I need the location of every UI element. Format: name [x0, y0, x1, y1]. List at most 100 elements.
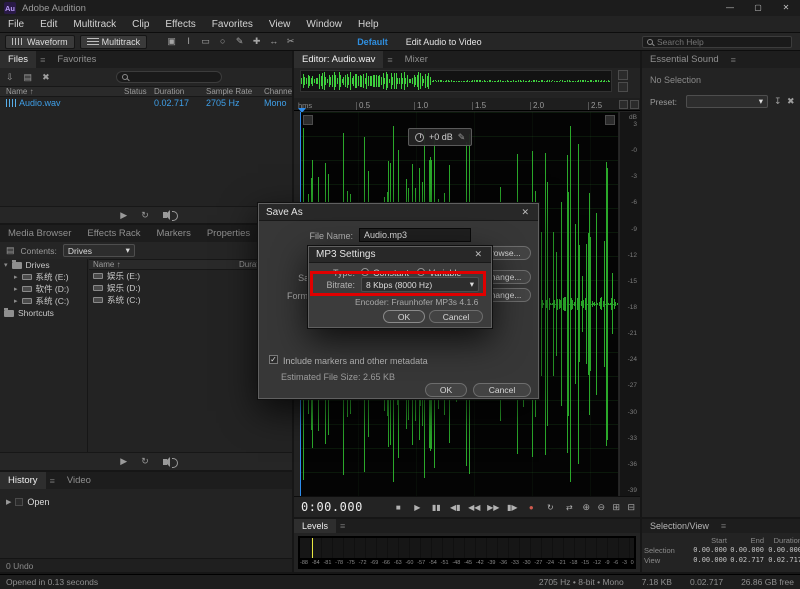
tab-effects-rack[interactable]: Effects Rack	[79, 225, 148, 242]
tab-history[interactable]: History	[0, 472, 46, 489]
column-header[interactable]: Duration	[154, 87, 206, 96]
tree-item-shortcuts[interactable]: Shortcuts	[0, 307, 87, 319]
slip-tool-icon[interactable]: ↔	[265, 36, 282, 47]
menu-help[interactable]: Help	[350, 19, 387, 30]
rewind-button[interactable]: ◀◀	[465, 503, 484, 512]
view-end-value[interactable]: 0.02.717	[727, 556, 764, 565]
tree-item-drive[interactable]: ▸ 软件 (D:)	[0, 283, 87, 295]
panel-menu-icon[interactable]: ≡	[383, 55, 396, 65]
column-header[interactable]: Sample Rate	[206, 87, 264, 96]
menu-effects[interactable]: Effects	[157, 19, 203, 30]
help-search-input[interactable]	[657, 37, 777, 47]
overview-zoom-icon[interactable]	[618, 70, 628, 80]
pause-button[interactable]: ▮▮	[427, 503, 446, 512]
import-file-icon[interactable]: ⇩	[6, 72, 14, 83]
record-button[interactable]: ●	[522, 503, 541, 512]
workspace-default-button[interactable]: Default	[357, 37, 388, 47]
tab-favorites[interactable]: Favorites	[49, 51, 104, 68]
tree-item-drives[interactable]: ▾ Drives	[0, 259, 87, 271]
speaker-icon[interactable]	[163, 212, 167, 218]
speaker-icon[interactable]	[163, 459, 167, 465]
ruler-options-icon[interactable]	[630, 100, 639, 109]
column-header[interactable]: Name ↑	[93, 260, 239, 269]
time-selection-tool-icon[interactable]: I	[180, 36, 197, 47]
menu-window[interactable]: Window	[298, 19, 350, 30]
timeline-ruler[interactable]: hms 0.51.01.52.02.5	[294, 98, 640, 111]
include-metadata-checkbox[interactable]: ✓	[269, 355, 278, 364]
tab-selection-view[interactable]: Selection/View	[642, 519, 717, 533]
tree-item-drive[interactable]: ▸ 系统 (E:)	[0, 271, 87, 283]
tab-media-browser[interactable]: Media Browser	[0, 225, 79, 242]
zoom-out-horizontal-button[interactable]: ⊟	[624, 502, 639, 513]
disclosure-icon[interactable]: ▸	[14, 297, 18, 305]
tab-mixer[interactable]: Mixer	[397, 51, 436, 68]
delete-file-icon[interactable]: ✖	[42, 72, 50, 83]
volume-knob-icon[interactable]	[415, 133, 424, 142]
minimize-button[interactable]: —	[716, 0, 744, 16]
lasso-selection-tool-icon[interactable]: ○	[214, 36, 231, 47]
variable-radio[interactable]	[417, 268, 425, 276]
file-row-audio-wav[interactable]: Audio.wav 0.02.717 2705 Hz Mono	[6, 97, 292, 109]
cancel-button[interactable]: Cancel	[473, 383, 531, 397]
loop-icon[interactable]: ↻	[141, 456, 149, 467]
db-scale[interactable]: dB 3-0-3-6-9-12-15-18-21-24-27-30-33-36-…	[619, 112, 640, 496]
panel-menu-icon[interactable]: ≡	[717, 521, 730, 531]
move-playhead-next-button[interactable]: ▮▶	[503, 503, 522, 512]
column-header[interactable]: Name ↑	[6, 87, 124, 96]
view-start-value[interactable]: 0.00.000	[690, 556, 727, 565]
selection-end-value[interactable]: 0.00.000	[727, 546, 764, 555]
ok-button[interactable]: OK	[383, 310, 425, 323]
menu-view[interactable]: View	[261, 19, 299, 30]
selection-start-value[interactable]: 0.00.000	[690, 546, 727, 555]
close-icon[interactable]: ✕	[519, 207, 531, 218]
open-folder-icon[interactable]: ▤	[24, 72, 33, 83]
panel-menu-icon[interactable]: ≡	[46, 476, 59, 486]
menu-favorites[interactable]: Favorites	[204, 19, 261, 30]
close-icon[interactable]: ✕	[472, 249, 484, 260]
waveform-view-button[interactable]: Waveform	[5, 35, 75, 49]
delete-preset-icon[interactable]: ✖	[787, 96, 795, 107]
paintbrush-tool-icon[interactable]: ✎	[231, 36, 248, 47]
loop-icon[interactable]: ↻	[141, 210, 149, 221]
disclosure-icon[interactable]: ▸	[14, 273, 18, 281]
disclosure-icon[interactable]: ▸	[14, 285, 18, 293]
tab-files[interactable]: Files	[0, 51, 36, 68]
tab-levels[interactable]: Levels	[294, 519, 336, 533]
menu-file[interactable]: File	[0, 19, 32, 30]
zoom-to-selection-button[interactable]: ▣	[639, 502, 640, 513]
zoom-in-button[interactable]: ⊕	[579, 502, 594, 513]
fast-forward-button[interactable]: ▶▶	[484, 503, 503, 512]
stop-button[interactable]: ■	[389, 503, 408, 512]
multitrack-view-button[interactable]: Multitrack	[80, 35, 148, 49]
disclosure-icon[interactable]: ▾	[4, 261, 8, 269]
column-header[interactable]: Channels	[264, 87, 292, 96]
waveform-overview[interactable]	[300, 70, 612, 92]
constant-radio[interactable]	[361, 268, 369, 276]
save-preset-icon[interactable]: ↧	[774, 96, 782, 107]
play-button[interactable]: ▶	[408, 503, 427, 512]
loop-playback-button[interactable]: ↻	[541, 503, 560, 512]
close-button[interactable]: ✕	[772, 0, 800, 16]
autoplay-icon[interactable]: ▶	[120, 210, 127, 221]
hud-edit-icon[interactable]: ✎	[458, 132, 466, 143]
tab-properties[interactable]: Properties	[199, 225, 258, 242]
tab-essential-sound[interactable]: Essential Sound	[642, 51, 727, 68]
cancel-button[interactable]: Cancel	[429, 310, 483, 323]
screen-layout-icon[interactable]: ▣	[163, 36, 180, 47]
bitrate-dropdown[interactable]: 8 Kbps (8000 Hz)▾	[361, 277, 479, 292]
menu-edit[interactable]: Edit	[32, 19, 65, 30]
selection-duration-value[interactable]: 0.00.000	[764, 546, 800, 555]
zoom-out-button[interactable]: ⊖	[594, 502, 609, 513]
waveform-corner-icon[interactable]	[303, 115, 313, 125]
zoom-in-horizontal-button[interactable]: ⊞	[609, 502, 624, 513]
column-header[interactable]: Status	[124, 87, 154, 96]
menu-multitrack[interactable]: Multitrack	[65, 19, 124, 30]
maximize-button[interactable]: ▢	[744, 0, 772, 16]
panel-menu-icon[interactable]: ≡	[336, 521, 349, 531]
tab-editor-audio-wav[interactable]: Editor: Audio.wav	[294, 51, 383, 68]
file-name-input[interactable]: Audio.mp3	[359, 228, 471, 242]
tab-video[interactable]: Video	[59, 472, 99, 489]
razor-tool-icon[interactable]: ✂	[282, 36, 299, 47]
tree-item-drive[interactable]: ▸ 系统 (C:)	[0, 295, 87, 307]
snap-magnet-icon[interactable]	[619, 100, 628, 109]
